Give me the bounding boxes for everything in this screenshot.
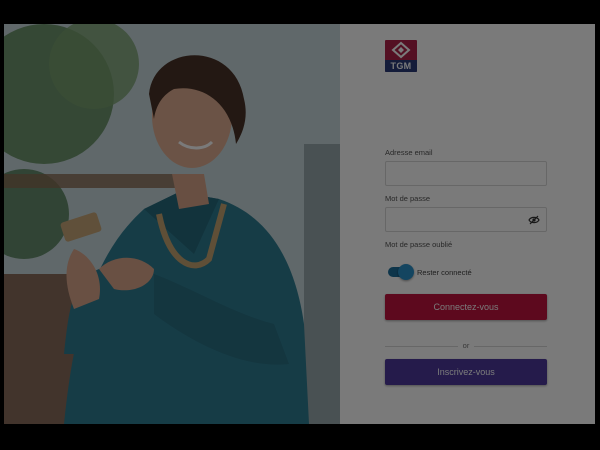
password-label: Mot de passe — [385, 194, 431, 203]
or-separator-text: or — [458, 341, 474, 350]
email-label: Adresse email — [385, 148, 433, 157]
remember-me-label: Rester connecté — [417, 268, 472, 277]
logo-text: TGM — [385, 60, 417, 72]
email-field-wrapper — [385, 161, 547, 186]
woman-with-phone-illustration — [4, 24, 340, 424]
login-button[interactable]: Connectez-vous — [385, 294, 547, 320]
eye-off-icon[interactable] — [528, 215, 540, 225]
diamond-logo-icon — [385, 40, 417, 60]
hero-photo — [4, 24, 340, 424]
remember-me-toggle[interactable] — [388, 264, 414, 280]
brand-logo: TGM — [385, 40, 417, 72]
email-field[interactable] — [386, 162, 546, 185]
login-panel: TGM Adresse email Mot de passe Mot de pa… — [340, 24, 595, 424]
forgot-password-link[interactable]: Mot de passe oublié — [385, 240, 452, 249]
app-window: TGM Adresse email Mot de passe Mot de pa… — [4, 24, 595, 424]
signup-button[interactable]: Inscrivez-vous — [385, 359, 547, 385]
password-field[interactable] — [386, 208, 546, 231]
toggle-knob — [398, 264, 414, 280]
password-field-wrapper — [385, 207, 547, 232]
